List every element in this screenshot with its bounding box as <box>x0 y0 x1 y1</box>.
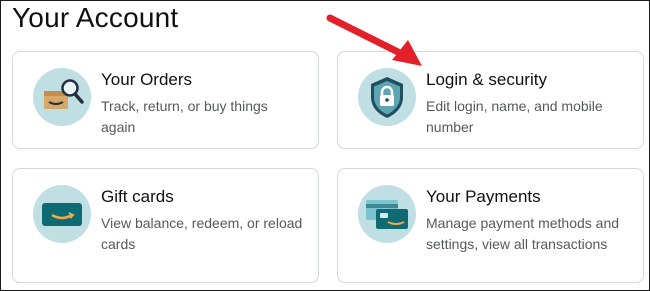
your-orders-description: Track, return, or buy things again <box>101 98 268 135</box>
your-payments-description: Manage payment methods and settings, vie… <box>426 215 620 252</box>
login-security-title[interactable]: Login & security <box>426 70 547 90</box>
your-payments-card[interactable]: Your Payments Manage payment methods and… <box>337 168 644 283</box>
gift-cards-card[interactable]: Gift cards View balance, redeem, or relo… <box>12 168 319 283</box>
gift-card-icon <box>33 185 91 243</box>
gift-cards-title[interactable]: Gift cards <box>101 187 174 207</box>
your-orders-title[interactable]: Your Orders <box>101 70 192 90</box>
orders-box-magnifier-icon <box>33 68 91 126</box>
annotation-arrow <box>326 14 422 66</box>
gift-cards-description: View balance, redeem, or reload cards <box>101 215 303 252</box>
shield-lock-icon <box>358 68 416 126</box>
login-security-description: Edit login, name, and mobile number <box>426 98 603 135</box>
payment-cards-icon <box>358 185 416 243</box>
your-orders-card[interactable]: Your Orders Track, return, or buy things… <box>12 51 319 149</box>
your-payments-title[interactable]: Your Payments <box>426 187 541 207</box>
page-title: Your Account <box>12 2 179 33</box>
